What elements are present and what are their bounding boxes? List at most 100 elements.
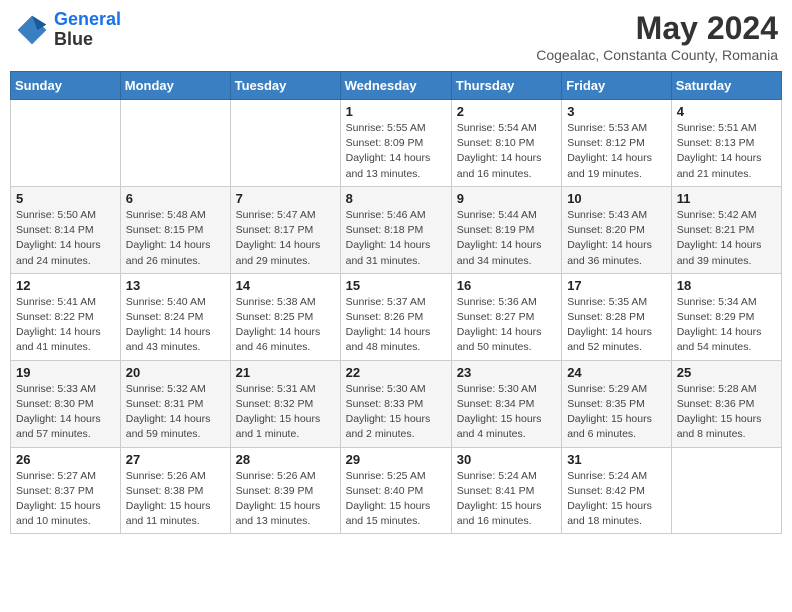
day-info: Sunrise: 5:26 AM Sunset: 8:39 PM Dayligh… — [236, 469, 335, 530]
day-number: 5 — [16, 191, 115, 206]
day-number: 6 — [126, 191, 225, 206]
calendar-cell: 7 Sunrise: 5:47 AM Sunset: 8:17 PM Daylig… — [230, 186, 340, 273]
calendar-cell: 5 Sunrise: 5:50 AM Sunset: 8:14 PM Daylig… — [11, 186, 121, 273]
day-info: Sunrise: 5:41 AM Sunset: 8:22 PM Dayligh… — [16, 295, 115, 356]
day-info: Sunrise: 5:27 AM Sunset: 8:37 PM Dayligh… — [16, 469, 115, 530]
day-info: Sunrise: 5:53 AM Sunset: 8:12 PM Dayligh… — [567, 121, 666, 182]
day-number: 2 — [457, 104, 556, 119]
calendar-cell: 2 Sunrise: 5:54 AM Sunset: 8:10 PM Daylig… — [451, 100, 561, 187]
day-info: Sunrise: 5:38 AM Sunset: 8:25 PM Dayligh… — [236, 295, 335, 356]
calendar-cell: 14 Sunrise: 5:38 AM Sunset: 8:25 PM Dayli… — [230, 273, 340, 360]
day-number: 26 — [16, 452, 115, 467]
day-number: 22 — [346, 365, 446, 380]
day-number: 31 — [567, 452, 666, 467]
day-info: Sunrise: 5:30 AM Sunset: 8:34 PM Dayligh… — [457, 382, 556, 443]
calendar-cell: 29 Sunrise: 5:25 AM Sunset: 8:40 PM Dayli… — [340, 447, 451, 534]
calendar-cell: 11 Sunrise: 5:42 AM Sunset: 8:21 PM Dayli… — [671, 186, 781, 273]
day-info: Sunrise: 5:54 AM Sunset: 8:10 PM Dayligh… — [457, 121, 556, 182]
calendar-header-row: SundayMondayTuesdayWednesdayThursdayFrid… — [11, 72, 782, 100]
calendar-cell — [120, 100, 230, 187]
calendar-cell — [230, 100, 340, 187]
day-number: 24 — [567, 365, 666, 380]
subtitle: Cogealac, Constanta County, Romania — [536, 47, 778, 63]
calendar-week-row: 1 Sunrise: 5:55 AM Sunset: 8:09 PM Daylig… — [11, 100, 782, 187]
calendar-header: SundayMondayTuesdayWednesdayThursdayFrid… — [11, 72, 782, 100]
day-info: Sunrise: 5:24 AM Sunset: 8:41 PM Dayligh… — [457, 469, 556, 530]
day-info: Sunrise: 5:47 AM Sunset: 8:17 PM Dayligh… — [236, 208, 335, 269]
day-info: Sunrise: 5:35 AM Sunset: 8:28 PM Dayligh… — [567, 295, 666, 356]
day-number: 18 — [677, 278, 776, 293]
day-number: 20 — [126, 365, 225, 380]
day-info: Sunrise: 5:29 AM Sunset: 8:35 PM Dayligh… — [567, 382, 666, 443]
logo: General Blue — [14, 10, 121, 50]
calendar-cell: 9 Sunrise: 5:44 AM Sunset: 8:19 PM Daylig… — [451, 186, 561, 273]
calendar-cell — [11, 100, 121, 187]
day-number: 7 — [236, 191, 335, 206]
logo-text: General Blue — [54, 10, 121, 50]
calendar-body: 1 Sunrise: 5:55 AM Sunset: 8:09 PM Daylig… — [11, 100, 782, 534]
day-number: 3 — [567, 104, 666, 119]
day-info: Sunrise: 5:31 AM Sunset: 8:32 PM Dayligh… — [236, 382, 335, 443]
day-info: Sunrise: 5:32 AM Sunset: 8:31 PM Dayligh… — [126, 382, 225, 443]
calendar-cell: 15Sunrise: 5:37 AM Sunset: 8:26 PM Dayli… — [340, 273, 451, 360]
day-info: Sunrise: 5:42 AM Sunset: 8:21 PM Dayligh… — [677, 208, 776, 269]
calendar-cell: 30 Sunrise: 5:24 AM Sunset: 8:41 PM Dayli… — [451, 447, 561, 534]
main-title: May 2024 — [536, 10, 778, 47]
day-number: 17 — [567, 278, 666, 293]
day-number: 29 — [346, 452, 446, 467]
calendar-cell: 27 Sunrise: 5:26 AM Sunset: 8:38 PM Dayli… — [120, 447, 230, 534]
calendar-cell — [671, 447, 781, 534]
calendar-week-row: 19Sunrise: 5:33 AM Sunset: 8:30 PM Dayli… — [11, 360, 782, 447]
day-number: 9 — [457, 191, 556, 206]
calendar-cell: 28 Sunrise: 5:26 AM Sunset: 8:39 PM Dayli… — [230, 447, 340, 534]
day-info: Sunrise: 5:25 AM Sunset: 8:40 PM Dayligh… — [346, 469, 446, 530]
calendar-table: SundayMondayTuesdayWednesdayThursdayFrid… — [10, 71, 782, 534]
logo-icon — [14, 12, 50, 48]
calendar-day-header: Monday — [120, 72, 230, 100]
calendar-day-header: Sunday — [11, 72, 121, 100]
day-number: 25 — [677, 365, 776, 380]
calendar-day-header: Wednesday — [340, 72, 451, 100]
day-info: Sunrise: 5:26 AM Sunset: 8:38 PM Dayligh… — [126, 469, 225, 530]
calendar-cell: 21 Sunrise: 5:31 AM Sunset: 8:32 PM Dayli… — [230, 360, 340, 447]
day-number: 27 — [126, 452, 225, 467]
calendar-cell: 10Sunrise: 5:43 AM Sunset: 8:20 PM Dayli… — [562, 186, 672, 273]
calendar-cell: 6Sunrise: 5:48 AM Sunset: 8:15 PM Daylig… — [120, 186, 230, 273]
day-number: 30 — [457, 452, 556, 467]
day-number: 8 — [346, 191, 446, 206]
day-number: 15 — [346, 278, 446, 293]
day-info: Sunrise: 5:43 AM Sunset: 8:20 PM Dayligh… — [567, 208, 666, 269]
day-number: 14 — [236, 278, 335, 293]
day-info: Sunrise: 5:30 AM Sunset: 8:33 PM Dayligh… — [346, 382, 446, 443]
day-number: 12 — [16, 278, 115, 293]
day-info: Sunrise: 5:44 AM Sunset: 8:19 PM Dayligh… — [457, 208, 556, 269]
day-number: 21 — [236, 365, 335, 380]
calendar-cell: 31 Sunrise: 5:24 AM Sunset: 8:42 PM Dayli… — [562, 447, 672, 534]
calendar-cell: 3 Sunrise: 5:53 AM Sunset: 8:12 PM Daylig… — [562, 100, 672, 187]
calendar-cell: 8 Sunrise: 5:46 AM Sunset: 8:18 PM Daylig… — [340, 186, 451, 273]
day-info: Sunrise: 5:36 AM Sunset: 8:27 PM Dayligh… — [457, 295, 556, 356]
calendar-cell: 23 Sunrise: 5:30 AM Sunset: 8:34 PM Dayli… — [451, 360, 561, 447]
day-number: 11 — [677, 191, 776, 206]
day-info: Sunrise: 5:24 AM Sunset: 8:42 PM Dayligh… — [567, 469, 666, 530]
calendar-cell: 17 Sunrise: 5:35 AM Sunset: 8:28 PM Dayli… — [562, 273, 672, 360]
day-number: 28 — [236, 452, 335, 467]
calendar-day-header: Thursday — [451, 72, 561, 100]
calendar-cell: 19Sunrise: 5:33 AM Sunset: 8:30 PM Dayli… — [11, 360, 121, 447]
calendar-cell: 22 Sunrise: 5:30 AM Sunset: 8:33 PM Dayli… — [340, 360, 451, 447]
calendar-cell: 1 Sunrise: 5:55 AM Sunset: 8:09 PM Daylig… — [340, 100, 451, 187]
day-info: Sunrise: 5:51 AM Sunset: 8:13 PM Dayligh… — [677, 121, 776, 182]
day-number: 23 — [457, 365, 556, 380]
day-info: Sunrise: 5:50 AM Sunset: 8:14 PM Dayligh… — [16, 208, 115, 269]
day-number: 4 — [677, 104, 776, 119]
calendar-cell: 13Sunrise: 5:40 AM Sunset: 8:24 PM Dayli… — [120, 273, 230, 360]
day-number: 16 — [457, 278, 556, 293]
day-info: Sunrise: 5:46 AM Sunset: 8:18 PM Dayligh… — [346, 208, 446, 269]
calendar-cell: 20 Sunrise: 5:32 AM Sunset: 8:31 PM Dayli… — [120, 360, 230, 447]
day-number: 1 — [346, 104, 446, 119]
day-info: Sunrise: 5:55 AM Sunset: 8:09 PM Dayligh… — [346, 121, 446, 182]
calendar-cell: 18Sunrise: 5:34 AM Sunset: 8:29 PM Dayli… — [671, 273, 781, 360]
calendar-week-row: 26 Sunrise: 5:27 AM Sunset: 8:37 PM Dayli… — [11, 447, 782, 534]
day-info: Sunrise: 5:40 AM Sunset: 8:24 PM Dayligh… — [126, 295, 225, 356]
calendar-day-header: Friday — [562, 72, 672, 100]
